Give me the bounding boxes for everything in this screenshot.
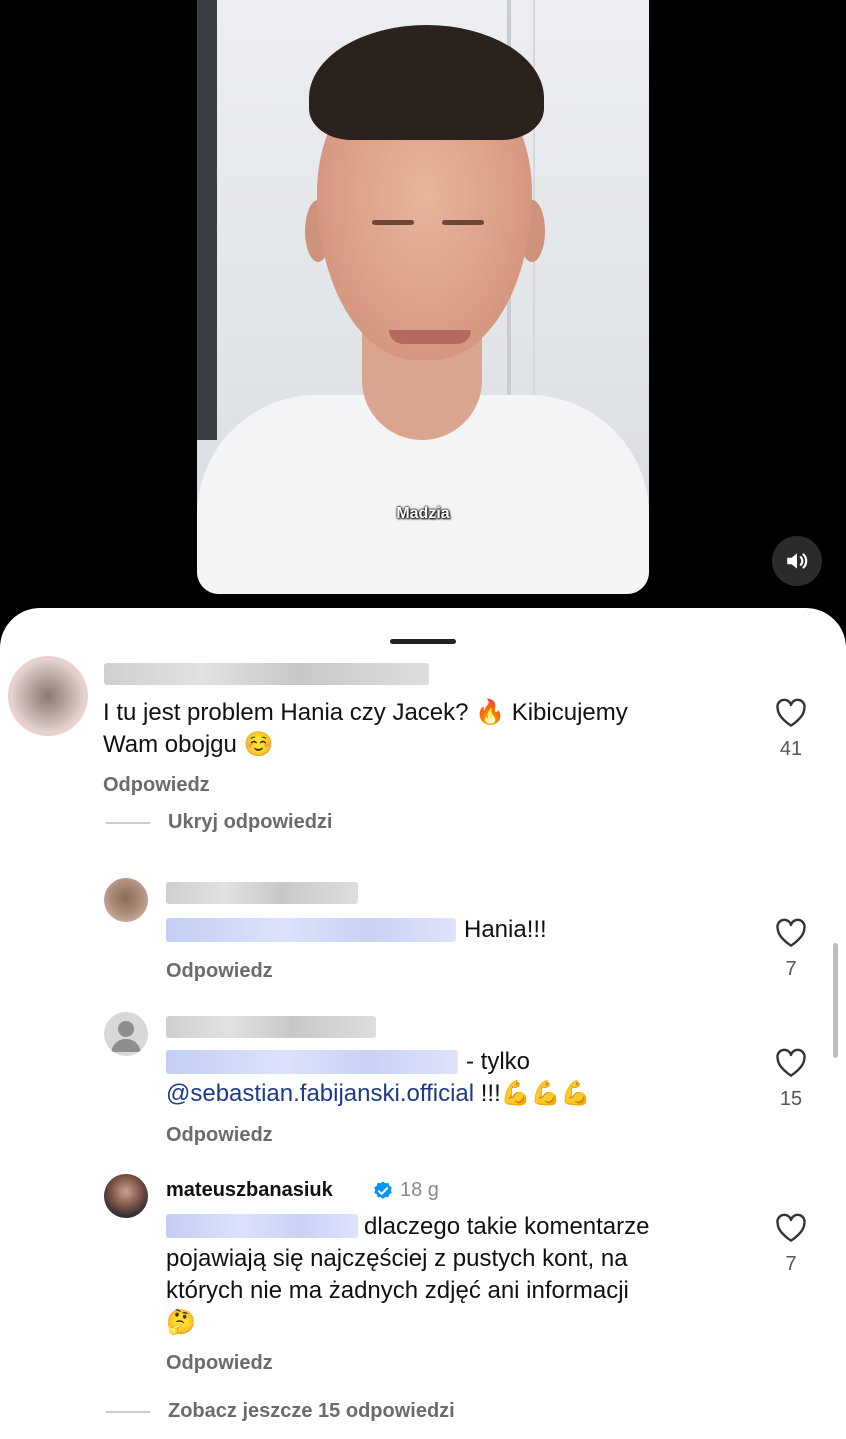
person-eye-right <box>442 220 484 225</box>
reply-button[interactable]: Odpowiedz <box>166 1352 273 1375</box>
timestamp: 18 g <box>400 1179 439 1201</box>
video-player[interactable]: Madzia <box>197 0 649 594</box>
video-area: Madzia <box>0 0 846 640</box>
heart-outline-icon <box>776 698 806 727</box>
username[interactable]: mateuszbanasiuk <box>166 1179 333 1202</box>
mention-redacted[interactable] <box>166 918 456 942</box>
like-button[interactable]: 7 <box>771 918 811 981</box>
like-count: 15 <box>779 1088 803 1110</box>
mention-link[interactable]: @sebastian.fabijanski.official <box>166 1080 474 1107</box>
scrollbar[interactable] <box>833 943 838 1058</box>
mention-redacted[interactable] <box>166 1050 458 1074</box>
like-count: 41 <box>779 738 803 760</box>
reply-text-suffix: !!!💪💪💪 <box>480 1080 591 1107</box>
reply-button[interactable]: Odpowiedz <box>103 774 210 797</box>
person-eye-left <box>372 220 414 225</box>
heart-outline-icon <box>776 1213 806 1242</box>
heart-outline-icon <box>776 918 806 947</box>
reply-text-line2: @sebastian.fabijanski.official !!!💪💪💪 <box>166 1078 590 1110</box>
thread-line <box>106 821 150 824</box>
reply-text: - tylko <box>466 1048 531 1075</box>
avatar[interactable] <box>104 1174 148 1218</box>
like-count: 7 <box>785 958 797 980</box>
username-redacted[interactable] <box>104 663 429 685</box>
person-mouth <box>389 330 471 344</box>
drag-handle[interactable] <box>390 639 456 644</box>
reply-text: dlaczego takie komentarze pojawiają się … <box>166 1213 650 1336</box>
mute-button[interactable] <box>772 536 822 586</box>
like-count: 7 <box>785 1253 797 1275</box>
view-more-replies-label: Zobacz jeszcze 15 odpowiedzi <box>168 1400 455 1422</box>
hide-replies-label: Ukryj odpowiedzi <box>168 811 333 833</box>
like-button[interactable]: 41 <box>771 698 811 761</box>
username-redacted[interactable] <box>166 882 358 904</box>
view-more-replies-button[interactable]: Zobacz jeszcze 15 odpowiedzi <box>106 1400 455 1423</box>
video-background-wall <box>197 0 217 440</box>
like-button[interactable]: 15 <box>771 1048 811 1111</box>
speaker-icon <box>787 553 808 569</box>
heart-outline-icon <box>776 1048 806 1077</box>
default-profile-icon <box>111 1021 141 1052</box>
avatar[interactable] <box>104 878 148 922</box>
avatar[interactable] <box>104 1012 148 1056</box>
avatar[interactable] <box>8 656 88 736</box>
hide-replies-button[interactable]: Ukryj odpowiedzi <box>106 811 332 834</box>
username-redacted[interactable] <box>166 1016 376 1038</box>
comment-text: I tu jest problem Hania czy Jacek? 🔥 Kib… <box>103 699 628 758</box>
like-button[interactable]: 7 <box>771 1213 811 1276</box>
verified-badge-icon <box>374 1181 392 1199</box>
reply-button[interactable]: Odpowiedz <box>166 960 273 983</box>
reply-text: Hania!!! <box>464 916 547 943</box>
video-caption: Madzia <box>396 505 450 522</box>
comments-sheet: I tu jest problem Hania czy Jacek? 🔥 Kib… <box>0 608 846 1439</box>
thread-line <box>106 1410 150 1413</box>
reply-button[interactable]: Odpowiedz <box>166 1124 273 1147</box>
